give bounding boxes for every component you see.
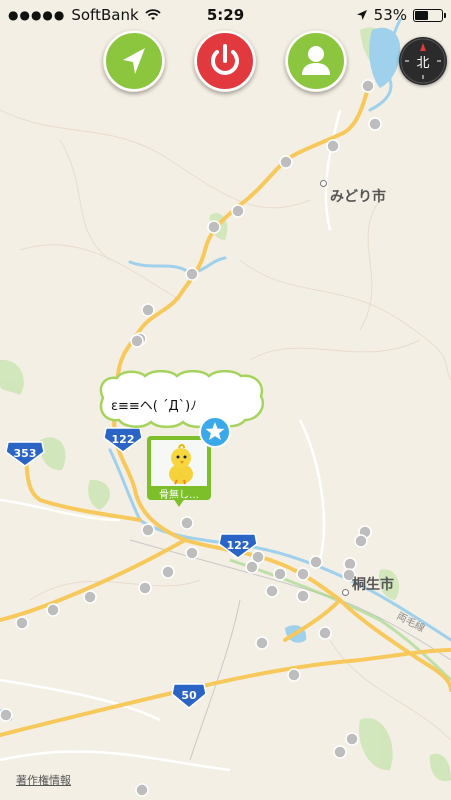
- waypoint-dot[interactable]: [138, 581, 152, 595]
- copyright-info-link[interactable]: 著作権情報: [16, 772, 71, 788]
- waypoint-dot[interactable]: [15, 616, 29, 630]
- waypoint-dot[interactable]: [354, 534, 368, 548]
- power-button[interactable]: [194, 30, 256, 92]
- waypoint-dot[interactable]: [141, 303, 155, 317]
- waypoint-dot[interactable]: [309, 555, 323, 569]
- waypoint-dot[interactable]: [135, 783, 149, 797]
- waypoint-dot[interactable]: [279, 155, 293, 169]
- waypoint-dot[interactable]: [180, 516, 194, 530]
- waypoint-dot[interactable]: [130, 334, 144, 348]
- waypoint-dot[interactable]: [296, 589, 310, 603]
- route-number: 122: [227, 539, 250, 552]
- place-label-midori: みどり市: [330, 189, 386, 205]
- navigate-button[interactable]: [103, 30, 165, 92]
- waypoint-dot[interactable]: [245, 560, 259, 574]
- waypoint-dot[interactable]: [343, 557, 357, 571]
- balloon-message: ε≡≡ヘ( ´Д`)ﾉ: [111, 399, 197, 414]
- waypoint-dot[interactable]: [0, 708, 13, 722]
- compass-button[interactable]: 北: [399, 37, 447, 85]
- waypoint-dot[interactable]: [333, 745, 347, 759]
- waypoint-dot[interactable]: [345, 732, 359, 746]
- route-number: 122: [112, 433, 135, 446]
- place-label-kiryu: 桐生市: [352, 577, 394, 593]
- waypoint-dot[interactable]: [273, 567, 287, 581]
- city-marker: [342, 589, 349, 596]
- city-marker: [320, 180, 327, 187]
- waypoint-dot[interactable]: [361, 79, 375, 93]
- waypoint-dot[interactable]: [265, 584, 279, 598]
- waypoint-dot[interactable]: [185, 267, 199, 281]
- waypoint-dot[interactable]: [141, 523, 155, 537]
- waypoint-dot[interactable]: [231, 204, 245, 218]
- battery-percentage: 53%: [373, 6, 407, 24]
- waypoint-dot[interactable]: [318, 626, 332, 640]
- status-bar: ●●●●● SoftBank 5:29 53%: [0, 0, 451, 32]
- route-number: 50: [181, 689, 197, 702]
- waypoint-dot[interactable]: [287, 668, 301, 682]
- waypoint-dot[interactable]: [368, 117, 382, 131]
- waypoint-dot[interactable]: [296, 567, 310, 581]
- waypoint-dot[interactable]: [46, 603, 60, 617]
- location-arrow-icon: [356, 10, 367, 20]
- waypoint-dot[interactable]: [326, 139, 340, 153]
- waypoint-dot[interactable]: [161, 565, 175, 579]
- route-number: 353: [14, 447, 37, 460]
- waypoint-dot[interactable]: [185, 546, 199, 560]
- profile-button[interactable]: [285, 30, 347, 92]
- compass-north-label: 北: [416, 56, 429, 71]
- pin-pointer: [173, 498, 185, 507]
- waypoint-dot[interactable]: [83, 590, 97, 604]
- battery-icon: [413, 8, 446, 22]
- chick-icon: [169, 444, 193, 485]
- favorite-badge[interactable]: [198, 415, 232, 449]
- waypoint-dot[interactable]: [207, 220, 221, 234]
- waypoint-dot[interactable]: [255, 636, 269, 650]
